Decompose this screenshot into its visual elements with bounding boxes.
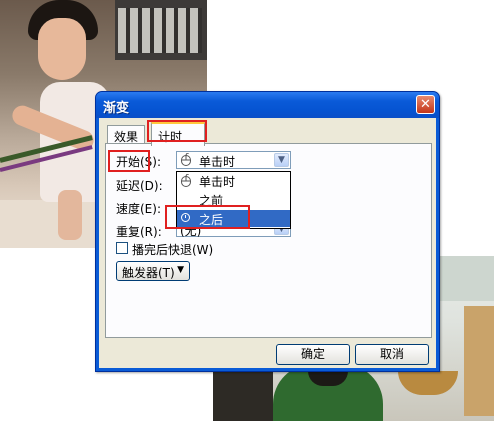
timing-panel: 开始(S): 单击时 ▼ 单击时 之前 之后 延迟(D): 速度(E): 重复(…: [105, 143, 432, 338]
close-button[interactable]: ✕: [416, 95, 435, 114]
tab-effect[interactable]: 效果: [107, 125, 145, 144]
speed-label: 速度(E):: [116, 202, 161, 216]
start-option-on-click[interactable]: 单击时: [177, 172, 290, 189]
start-dropdown-button[interactable]: ▼: [274, 153, 289, 167]
delay-label: 延迟(D):: [116, 179, 163, 193]
tab-effect-label: 效果: [114, 130, 139, 144]
photo-girl-leg: [58, 190, 82, 240]
photo-dark-area: [213, 371, 273, 421]
ok-button[interactable]: 确定: [276, 344, 350, 365]
cancel-label: 取消: [379, 347, 404, 361]
start-combobox[interactable]: 单击时 ▼: [176, 151, 291, 169]
rewind-label: 播完后快退(W): [132, 243, 214, 257]
start-option-on-click-label: 单击时: [199, 175, 236, 189]
highlight-timing-tab: [147, 120, 207, 142]
cancel-button[interactable]: 取消: [355, 344, 429, 365]
trigger-button[interactable]: 触发器(T) ▼: [116, 261, 190, 281]
highlight-start-label: [108, 150, 150, 172]
title-bar[interactable]: 渐变 ✕: [96, 92, 439, 118]
mouse-icon: [181, 174, 191, 187]
trigger-label: 触发器(T): [122, 266, 175, 280]
photo-shelf-items: [118, 8, 202, 53]
rewind-checkbox[interactable]: [116, 242, 128, 254]
repeat-label: 重复(R):: [116, 225, 162, 239]
double-chevron-down-icon: ▼: [177, 265, 184, 275]
start-combobox-value: 单击时: [199, 155, 236, 169]
close-icon: ✕: [420, 97, 431, 112]
dialog-title: 渐变: [103, 101, 130, 116]
highlight-after-option: [165, 205, 250, 229]
photo-bowl: [398, 371, 458, 395]
photo-girl-face: [38, 18, 86, 80]
mouse-icon: [181, 153, 191, 166]
photo-cabinet: [464, 306, 494, 416]
chevron-down-icon: ▼: [278, 155, 285, 165]
ok-label: 确定: [300, 347, 325, 361]
